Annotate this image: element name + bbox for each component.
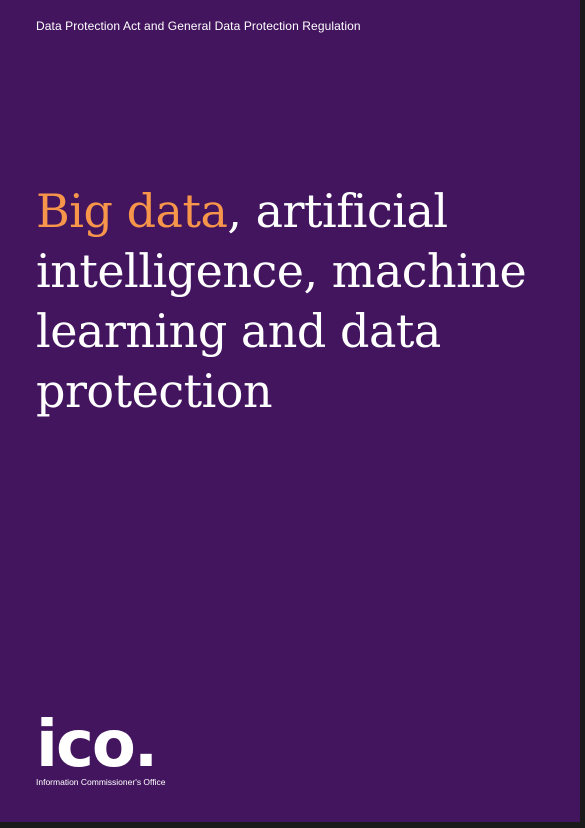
title-line-3: learning and data (36, 304, 441, 358)
document-subtitle: Data Protection Act and General Data Pro… (36, 19, 361, 33)
title-line-1: Big data, artificial (36, 181, 556, 241)
title-highlight: Big data (36, 184, 228, 238)
title-line-1-rest: , artificial (227, 184, 448, 238)
title-line-4: protection (36, 364, 273, 418)
cover-page: Data Protection Act and General Data Pro… (0, 0, 580, 822)
title-line-2: intelligence, machine (36, 244, 527, 298)
ico-logo-mark: ico. (36, 708, 158, 782)
document-title: Big data, artificial intelligence, machi… (36, 181, 556, 421)
ico-logo: ico. Information Commissioner's Office (36, 708, 186, 787)
